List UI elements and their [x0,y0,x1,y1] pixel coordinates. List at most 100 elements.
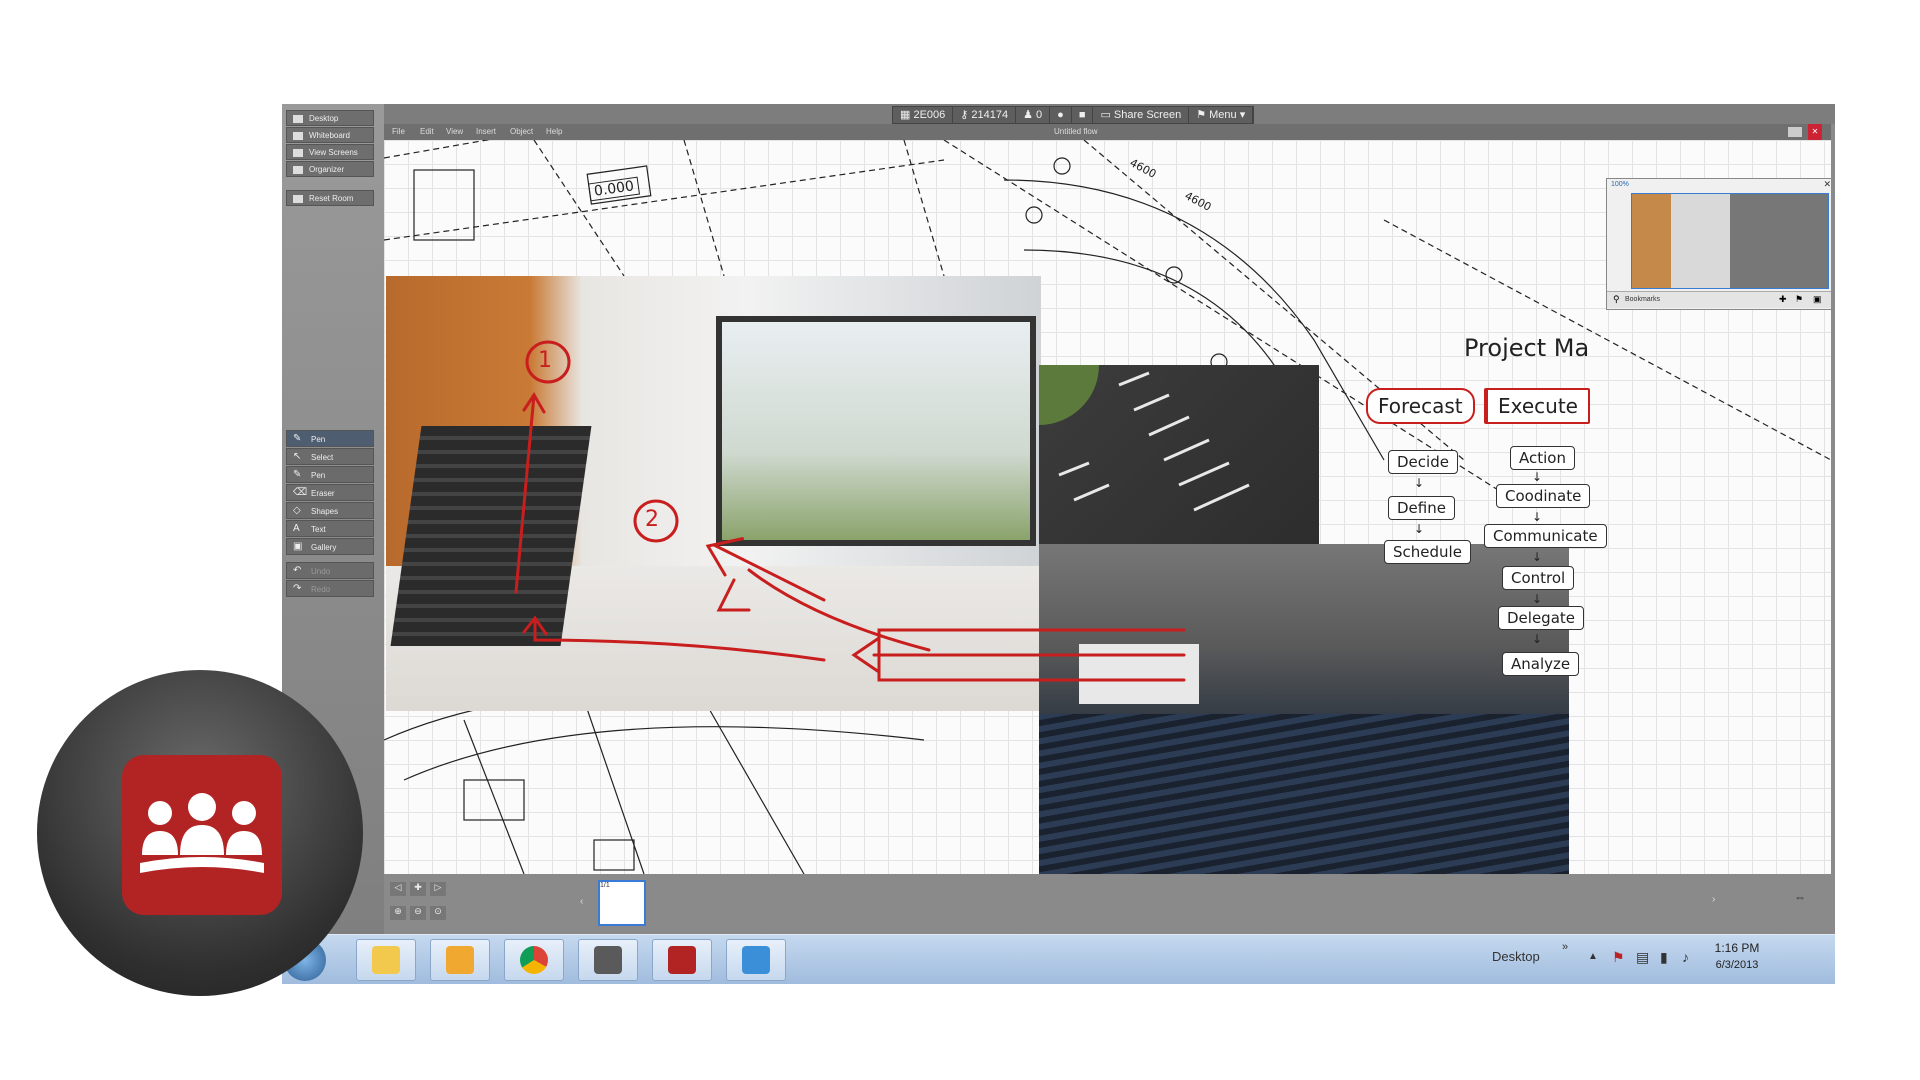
arrow-down-icon: ↓ [1532,632,1543,646]
scroll-left-icon[interactable]: ‹ [580,896,583,907]
zoom-in-icon[interactable]: ⊕ [390,906,406,920]
camera-icon[interactable]: ■ [1072,107,1094,123]
step-define: Define [1388,496,1455,520]
network-icon[interactable]: ▮ [1660,949,1668,966]
taskbar-chrome[interactable] [504,939,564,981]
taskbar-notes[interactable] [726,939,786,981]
organizer-icon [293,165,303,174]
text-icon: A [293,523,300,534]
app-screen: ▦ 2E006 ⚷ 214174 ♟ 0 ● ■ ▭ Share Screen … [282,104,1835,984]
shapes-icon: ◇ [293,505,301,516]
flag-icon[interactable]: ⚑ [1612,949,1625,966]
redo-button[interactable]: ↷ Redo [286,580,374,597]
app-logo-tile [122,755,282,915]
gallery-icon: ▣ [293,541,303,552]
annotation-marker-2: 2 [645,507,659,532]
tray-date[interactable]: 6/3/2013 [1702,959,1772,971]
taskbar-outlook[interactable] [430,939,490,981]
page-thumbnail[interactable]: 1/1 [598,880,646,926]
tool-shapes[interactable]: ◇ Shapes [286,502,374,519]
reset-room-button[interactable]: Reset Room [286,190,374,206]
tool-pen-active[interactable]: ✎ Pen [286,430,374,447]
share-screen-button[interactable]: ▭ Share Screen [1093,107,1190,123]
tool-pen[interactable]: ✎ Pen [286,466,374,483]
scroll-right-icon[interactable]: › [1712,894,1715,905]
page-strip: ◁ ✚ ▷ ⊕ ⊖ ⊙ ‹ 1/1 › ⇔ [384,876,1835,934]
menu-help[interactable]: Help [546,124,562,140]
next-page-icon[interactable]: ▷ [430,882,446,896]
chevron-right-icon[interactable]: » [1562,941,1568,953]
bookmark-menu-icon[interactable]: ▣ [1813,294,1822,305]
menu-button[interactable]: ⚑ Menu ▾ [1189,107,1254,123]
taskbar-explorer[interactable] [356,939,416,981]
undo-icon: ↶ [293,565,302,576]
security-icon[interactable]: ▤ [1636,949,1649,966]
room-key[interactable]: ⚷ 214174 [953,107,1017,123]
minimap-footer: ⚲ Bookmarks ✚ ⚑ ▣ [1607,291,1831,308]
desktop-icon [293,114,303,123]
arrow-down-icon: ↓ [1532,592,1543,606]
tool-eraser[interactable]: ⌫ Eraser [286,484,374,501]
participants-count[interactable]: ♟ 0 [1016,107,1051,123]
close-button[interactable]: ✕ [1808,124,1822,140]
tray-time[interactable]: 1:16 PM [1702,941,1772,955]
bookmark-icon[interactable]: ⚑ [1795,294,1803,305]
nav-desktop[interactable]: Desktop [286,110,374,126]
menu-edit[interactable]: Edit [420,124,434,140]
step-delegate: Delegate [1498,606,1584,630]
tool-select[interactable]: ↖ Select [286,448,374,465]
room-bar: ▦ 2E006 ⚷ 214174 ♟ 0 ● ■ ▭ Share Screen … [892,106,1255,124]
close-icon[interactable]: ✕ [1823,179,1831,190]
taskbar-collaboration-app[interactable] [652,939,712,981]
step-schedule: Schedule [1384,540,1471,564]
taskbar-snipping[interactable] [578,939,638,981]
notes-icon [742,946,770,974]
mic-icon[interactable]: ● [1050,107,1072,123]
room-id[interactable]: ▦ 2E006 [893,107,954,123]
tray-expand-icon[interactable]: ▲ [1588,951,1598,962]
outlook-icon [446,946,474,974]
tool-text[interactable]: A Text [286,520,374,537]
cursor-icon: ↖ [293,451,302,462]
menu-file[interactable]: File [392,124,405,140]
arrow-down-icon: ↓ [1532,470,1543,484]
minimap-panel[interactable]: 100% ✕ ⚲ Bookmarks ✚ ⚑ ▣ [1606,178,1831,310]
step-control: Control [1502,566,1575,590]
arrow-down-icon: ↓ [1532,550,1543,564]
eraser-icon: ⌫ [293,487,308,498]
whiteboard-canvas[interactable]: 0.000 4600 4600 1 2 100% ✕ ⚲ Bookmarks ✚… [384,140,1831,874]
bookmarks-label[interactable]: Bookmarks [1625,294,1660,306]
tool-gallery[interactable]: ▣ Gallery [286,538,374,555]
nav-view-screens[interactable]: View Screens [286,144,374,160]
snipping-icon [594,946,622,974]
pin-icon: ⚲ [1613,294,1620,304]
zoom-fit-icon[interactable]: ⊙ [430,906,446,920]
undo-button[interactable]: ↶ Undo [286,562,374,579]
nav-organizer[interactable]: Organizer [286,161,374,177]
reset-icon [293,194,303,203]
annotation-title: Project Ma [1464,334,1590,362]
step-decide: Decide [1388,450,1458,474]
menu-insert[interactable]: Insert [476,124,496,140]
menu-object[interactable]: Object [510,124,533,140]
zoom-out-icon[interactable]: ⊖ [410,906,426,920]
prev-page-icon[interactable]: ◁ [390,882,406,896]
pen-icon: ✎ [293,433,302,444]
restore-button[interactable] [1788,127,1802,137]
tray-desktop-label[interactable]: Desktop [1492,949,1540,964]
step-coordinate: Coodinate [1496,484,1591,508]
arrow-down-icon: ↓ [1532,510,1543,524]
redo-icon: ↷ [293,583,302,594]
minimap-viewport[interactable] [1631,193,1829,289]
chrome-icon [520,946,548,974]
bookmark-add-icon[interactable]: ✚ [1779,294,1787,305]
menu-view[interactable]: View [446,124,463,140]
nav-whiteboard[interactable]: Whiteboard [286,127,374,143]
expand-icon[interactable]: ⇔ [1794,890,1806,904]
annotation-marker-1: 1 [538,348,552,373]
view-screens-icon [293,148,303,157]
volume-icon[interactable]: ♪ [1682,949,1689,965]
meeting-app-icon [668,946,696,974]
step-analyze: Analyze [1502,652,1580,676]
add-page-icon[interactable]: ✚ [410,882,426,896]
